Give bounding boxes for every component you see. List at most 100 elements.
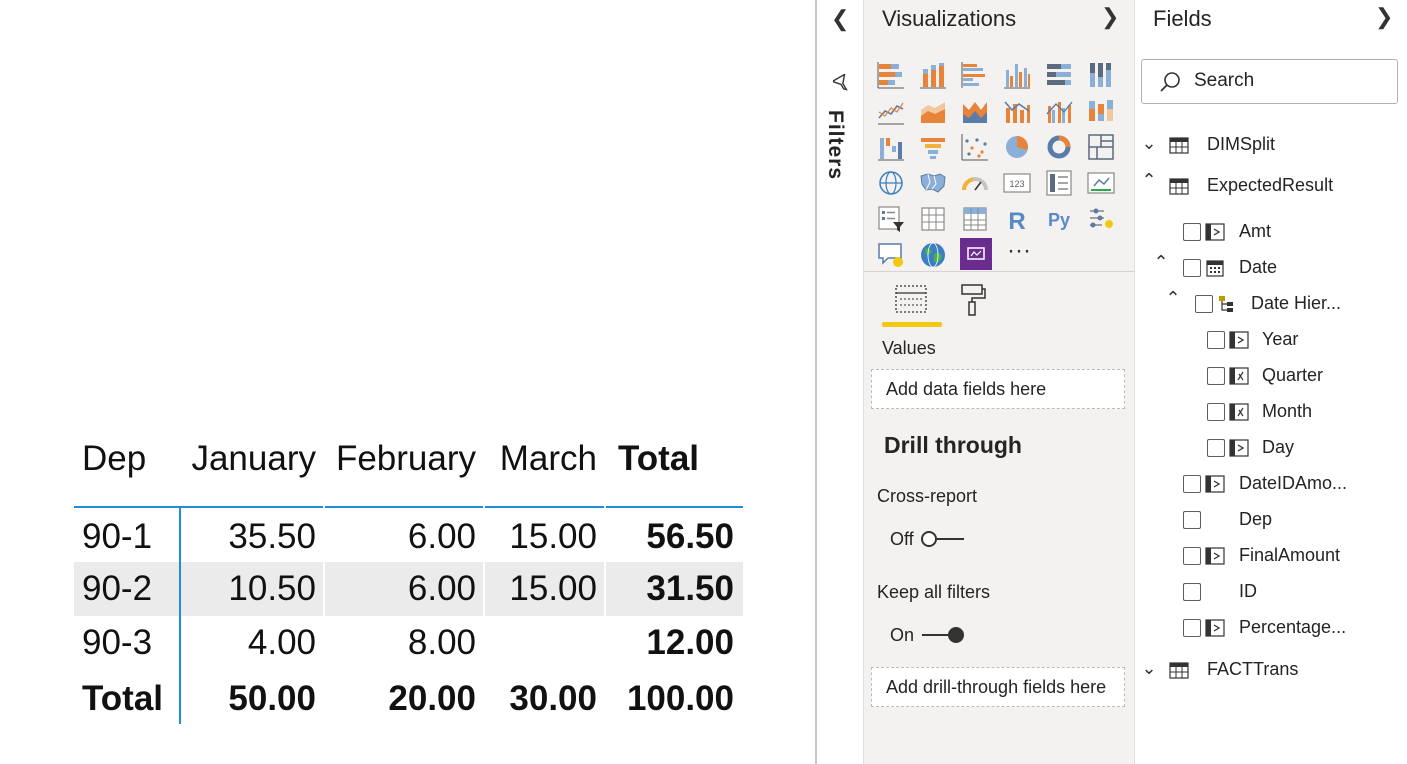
field-item-amt[interactable]: Amt xyxy=(1135,216,1407,248)
chevron-up-icon[interactable]: ⌃ xyxy=(1140,170,1158,191)
field-item-finalamount[interactable]: FinalAmount xyxy=(1135,540,1407,572)
chevron-left-icon[interactable]: ❮ xyxy=(831,6,849,32)
field-checkbox[interactable] xyxy=(1183,583,1201,601)
clustered-bar-chart-icon[interactable] xyxy=(960,60,990,90)
field-checkbox[interactable] xyxy=(1183,223,1201,241)
field-checkbox[interactable] xyxy=(1183,259,1201,277)
filters-label[interactable]: Filters xyxy=(823,110,847,180)
custom-visual-icon[interactable] xyxy=(960,238,992,270)
stacked-area-chart-icon[interactable] xyxy=(960,96,990,126)
field-item-quarter[interactable]: Quarter xyxy=(1135,360,1407,392)
drill-through-drop-zone[interactable]: Add drill-through fields here xyxy=(871,667,1125,707)
field-checkbox[interactable] xyxy=(1207,367,1225,385)
field-tree-table-facttrans[interactable]: ⌄ FACTTrans xyxy=(1135,654,1407,686)
donut-chart-icon[interactable] xyxy=(1044,132,1074,162)
field-tree-table-expectedresult[interactable]: ⌃ ExpectedResult xyxy=(1135,170,1407,202)
cell-value[interactable]: 15.00 xyxy=(485,562,606,616)
treemap-icon[interactable] xyxy=(1086,132,1116,162)
100-stacked-bar-chart-icon[interactable] xyxy=(1044,60,1074,90)
filters-pane[interactable]: ❮ Filters xyxy=(815,0,864,764)
ribbon-chart-icon[interactable] xyxy=(1086,96,1116,126)
table-icon[interactable] xyxy=(918,204,948,234)
field-checkbox[interactable] xyxy=(1207,439,1225,457)
row-total[interactable]: 56.50 xyxy=(608,510,743,564)
scatter-chart-icon[interactable] xyxy=(960,132,990,162)
row-total[interactable]: 31.50 xyxy=(608,562,743,616)
total-february[interactable]: 20.00 xyxy=(325,672,485,726)
column-header-dep[interactable]: Dep xyxy=(74,432,179,486)
search-input[interactable]: Search xyxy=(1141,59,1398,104)
field-item-year[interactable]: Year xyxy=(1135,324,1407,356)
cell-value[interactable]: 6.00 xyxy=(325,562,485,616)
row-header[interactable]: 90-1 xyxy=(74,510,179,564)
field-item-day[interactable]: Day xyxy=(1135,432,1407,464)
field-checkbox[interactable] xyxy=(1183,475,1201,493)
keep-all-filters-toggle[interactable] xyxy=(920,625,966,645)
map-icon[interactable] xyxy=(876,168,906,198)
chevron-down-icon[interactable]: ⌄ xyxy=(1140,133,1158,154)
stacked-column-chart-icon[interactable] xyxy=(918,60,948,90)
total-january[interactable]: 50.00 xyxy=(181,672,325,726)
field-checkbox[interactable] xyxy=(1183,619,1201,637)
field-item-month[interactable]: Month xyxy=(1135,396,1407,428)
slicer-icon[interactable] xyxy=(876,204,906,234)
field-item-id[interactable]: ID xyxy=(1135,576,1407,608)
key-influencers-icon[interactable] xyxy=(1086,204,1116,234)
fields-tab-icon[interactable] xyxy=(892,282,930,316)
100-stacked-column-chart-icon[interactable] xyxy=(1086,60,1116,90)
cell-value[interactable]: 4.00 xyxy=(181,616,325,670)
field-checkbox[interactable] xyxy=(1183,511,1201,529)
field-item-date-hierarchy[interactable]: ⌃ Date Hier... xyxy=(1135,288,1407,320)
field-checkbox[interactable] xyxy=(1195,295,1213,313)
field-item-dep[interactable]: Dep xyxy=(1135,504,1407,536)
table-row[interactable]: 90-3 4.00 8.00 12.00 xyxy=(74,616,743,670)
cell-value[interactable]: 6.00 xyxy=(325,510,485,564)
field-item-date[interactable]: ⌃ Date xyxy=(1135,252,1407,284)
field-checkbox[interactable] xyxy=(1183,547,1201,565)
cross-report-toggle[interactable] xyxy=(920,529,966,549)
cell-value[interactable]: 15.00 xyxy=(485,510,606,564)
column-header-march[interactable]: March xyxy=(485,432,606,486)
paint-roller-icon[interactable] xyxy=(956,282,990,318)
field-item-dateidamount[interactable]: DateIDAmo... xyxy=(1135,468,1407,500)
cell-value[interactable]: 35.50 xyxy=(181,510,325,564)
qa-visual-icon[interactable] xyxy=(876,240,906,270)
grand-total[interactable]: 100.00 xyxy=(608,672,743,726)
chevron-right-icon[interactable]: ❯ xyxy=(1375,4,1393,30)
field-item-percentage[interactable]: Percentage... xyxy=(1135,612,1407,644)
chevron-up-icon[interactable]: ⌃ xyxy=(1164,288,1182,309)
chevron-down-icon[interactable]: ⌄ xyxy=(1140,658,1158,679)
table-row[interactable]: 90-2 10.50 6.00 15.00 31.50 xyxy=(74,562,743,616)
totals-row[interactable]: Total 50.00 20.00 30.00 100.00 xyxy=(74,672,743,726)
values-drop-zone[interactable]: Add data fields here xyxy=(871,369,1125,409)
field-checkbox[interactable] xyxy=(1207,331,1225,349)
kpi-icon[interactable] xyxy=(1086,168,1116,198)
cell-value[interactable]: 10.50 xyxy=(181,562,325,616)
row-header[interactable]: 90-3 xyxy=(74,616,179,670)
pie-chart-icon[interactable] xyxy=(1002,132,1032,162)
table-row[interactable]: 90-1 35.50 6.00 15.00 56.50 xyxy=(74,510,743,564)
line-chart-icon[interactable] xyxy=(876,96,906,126)
waterfall-chart-icon[interactable] xyxy=(876,132,906,162)
row-total[interactable]: 12.00 xyxy=(608,616,743,670)
row-header[interactable]: 90-2 xyxy=(74,562,179,616)
matrix-icon[interactable] xyxy=(960,204,990,234)
card-icon[interactable]: 123 xyxy=(1002,168,1032,198)
line-and-stacked-column-chart-icon[interactable] xyxy=(1002,96,1032,126)
column-header-january[interactable]: January xyxy=(181,432,325,486)
funnel-chart-icon[interactable] xyxy=(918,132,948,162)
line-and-clustered-column-chart-icon[interactable] xyxy=(1044,96,1074,126)
chevron-right-icon[interactable]: ❯ xyxy=(1101,4,1119,30)
r-visual-icon[interactable]: R xyxy=(1002,204,1032,234)
clustered-column-chart-icon[interactable] xyxy=(1002,60,1032,90)
chevron-up-icon[interactable]: ⌃ xyxy=(1152,252,1170,273)
more-visuals-icon[interactable]: ··· xyxy=(1004,236,1034,266)
column-header-february[interactable]: February xyxy=(325,432,485,486)
field-checkbox[interactable] xyxy=(1207,403,1225,421)
stacked-bar-chart-icon[interactable] xyxy=(876,60,906,90)
arcgis-map-icon[interactable] xyxy=(918,240,948,270)
cell-value[interactable]: 8.00 xyxy=(325,616,485,670)
cell-value[interactable] xyxy=(485,616,606,670)
filled-map-icon[interactable] xyxy=(918,168,948,198)
field-tree-table-dimsplit[interactable]: ⌄ DIMSplit xyxy=(1135,129,1407,161)
